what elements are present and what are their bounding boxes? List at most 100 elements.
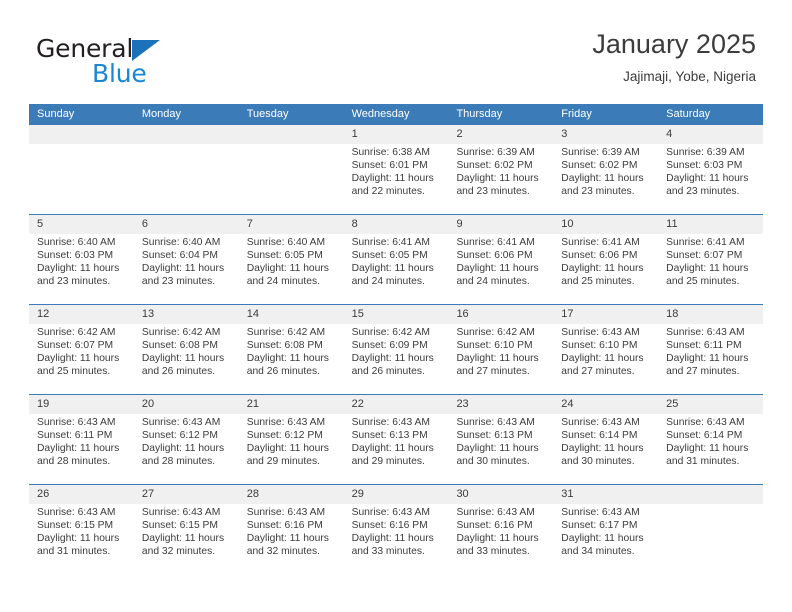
day-cell[interactable]: Sunrise: 6:43 AM Sunset: 6:16 PM Daylight:…: [239, 504, 344, 574]
day-cell[interactable]: Sunrise: 6:40 AM Sunset: 6:03 PM Daylight:…: [29, 234, 134, 304]
daylight-text-line1: Daylight: 11 hours: [351, 172, 434, 184]
day-cell[interactable]: Sunrise: 6:43 AM Sunset: 6:12 PM Daylight:…: [134, 414, 239, 484]
day-cell[interactable]: Sunrise: 6:43 AM Sunset: 6:11 PM Daylight:…: [658, 324, 763, 394]
sunrise-text: Sunrise: 6:43 AM: [246, 507, 326, 518]
day-cell[interactable]: Sunrise: 6:41 AM Sunset: 6:05 PM Daylight:…: [344, 234, 449, 304]
day-number[interactable]: 14: [239, 305, 344, 324]
day-cell[interactable]: Sunrise: 6:43 AM Sunset: 6:11 PM Daylight:…: [29, 414, 134, 484]
day-cell[interactable]: Sunrise: 6:41 AM Sunset: 6:07 PM Daylight:…: [658, 234, 763, 304]
sunset-text: Sunset: 6:04 PM: [141, 249, 218, 261]
day-number[interactable]: 10: [553, 215, 658, 234]
day-number[interactable]: 5: [29, 215, 134, 234]
sunrise-text: Sunrise: 6:41 AM: [351, 237, 430, 248]
sunrise-text: Sunrise: 6:43 AM: [456, 507, 535, 518]
day-number[interactable]: 26: [29, 485, 134, 504]
day-cell[interactable]: Sunrise: 6:43 AM Sunset: 6:13 PM Daylight:…: [344, 414, 449, 484]
week-body-strip: Sunrise: 6:43 AM Sunset: 6:11 PM Daylight:…: [29, 414, 763, 484]
day-number[interactable]: 22: [344, 395, 449, 414]
sunrise-text: Sunrise: 6:42 AM: [351, 327, 430, 338]
day-cell[interactable]: Sunrise: 6:42 AM Sunset: 6:08 PM Daylight:…: [239, 324, 344, 394]
day-cell[interactable]: Sunrise: 6:41 AM Sunset: 6:06 PM Daylight:…: [448, 234, 553, 304]
day-number[interactable]: 6: [134, 215, 239, 234]
day-number[interactable]: 21: [239, 395, 344, 414]
day-number[interactable]: 29: [344, 485, 449, 504]
day-cell[interactable]: Sunrise: 6:43 AM Sunset: 6:13 PM Daylight:…: [448, 414, 553, 484]
calendar-page: General Blue January 2025 Jajimaji, Yobe…: [0, 0, 792, 612]
daylight-text-line1: Daylight: 11 hours: [141, 262, 225, 274]
day-cell[interactable]: Sunrise: 6:43 AM Sunset: 6:14 PM Daylight:…: [658, 414, 763, 484]
day-number[interactable]: 18: [658, 305, 763, 324]
daylight-text-line1: Daylight: 11 hours: [141, 352, 225, 364]
day-number[interactable]: 4: [658, 125, 763, 144]
day-number[interactable]: 17: [553, 305, 658, 324]
week-body-strip: Sunrise: 6:40 AM Sunset: 6:03 PM Daylight:…: [29, 234, 763, 304]
day-number-empty: [658, 485, 763, 504]
day-number-empty: [29, 125, 134, 144]
sunset-text: Sunset: 6:07 PM: [666, 249, 743, 261]
day-number[interactable]: 15: [344, 305, 449, 324]
day-cell[interactable]: Sunrise: 6:43 AM Sunset: 6:14 PM Daylight:…: [553, 414, 658, 484]
daylight-text-line1: Daylight: 11 hours: [561, 262, 644, 274]
day-number[interactable]: 2: [448, 125, 553, 144]
daylight-text-line2: and 29 minutes.: [246, 455, 320, 467]
day-number[interactable]: 12: [29, 305, 134, 324]
day-number[interactable]: 3: [553, 125, 658, 144]
weekday-header-wednesday: Wednesday: [351, 108, 410, 120]
calendar-grid: Sunday Monday Tuesday Wednesday Thursday Frid…: [29, 104, 763, 574]
daylight-text-line2: and 30 minutes.: [561, 455, 635, 467]
generalblue-logo[interactable]: General Blue: [36, 34, 256, 90]
day-number[interactable]: 19: [29, 395, 134, 414]
day-cell[interactable]: Sunrise: 6:43 AM Sunset: 6:15 PM Daylight:…: [29, 504, 134, 574]
daylight-text-line2: and 24 minutes.: [246, 275, 320, 287]
day-cell[interactable]: Sunrise: 6:42 AM Sunset: 6:10 PM Daylight:…: [448, 324, 553, 394]
day-cell[interactable]: Sunrise: 6:43 AM Sunset: 6:15 PM Daylight:…: [134, 504, 239, 574]
day-cell[interactable]: Sunrise: 6:43 AM Sunset: 6:16 PM Daylight:…: [448, 504, 553, 574]
sunrise-text: Sunrise: 6:42 AM: [37, 327, 116, 338]
sunset-text: Sunset: 6:13 PM: [456, 429, 533, 441]
daylight-text-line1: Daylight: 11 hours: [37, 352, 120, 364]
sunrise-text: Sunrise: 6:43 AM: [246, 417, 326, 428]
day-cell[interactable]: Sunrise: 6:43 AM Sunset: 6:16 PM Daylight:…: [344, 504, 449, 574]
daylight-text-line1: Daylight: 11 hours: [246, 262, 329, 274]
day-number[interactable]: 8: [344, 215, 449, 234]
sunset-text: Sunset: 6:05 PM: [246, 249, 323, 261]
day-number-empty: [134, 125, 239, 144]
sunset-text: Sunset: 6:14 PM: [561, 429, 638, 441]
sunrise-text: Sunrise: 6:43 AM: [456, 417, 535, 428]
day-number[interactable]: 9: [448, 215, 553, 234]
day-cell[interactable]: Sunrise: 6:42 AM Sunset: 6:07 PM Daylight:…: [29, 324, 134, 394]
day-cell[interactable]: Sunrise: 6:40 AM Sunset: 6:04 PM Daylight:…: [134, 234, 239, 304]
day-cell[interactable]: Sunrise: 6:39 AM Sunset: 6:03 PM Daylight:…: [658, 144, 763, 214]
day-cell[interactable]: Sunrise: 6:43 AM Sunset: 6:17 PM Daylight:…: [553, 504, 658, 574]
daylight-text-line2: and 27 minutes.: [561, 365, 635, 377]
day-number[interactable]: 28: [239, 485, 344, 504]
day-number[interactable]: 13: [134, 305, 239, 324]
day-number[interactable]: 1: [344, 125, 449, 144]
day-number[interactable]: 7: [239, 215, 344, 234]
day-number[interactable]: 24: [553, 395, 658, 414]
daylight-text-line2: and 32 minutes.: [141, 545, 216, 557]
day-cell[interactable]: Sunrise: 6:38 AM Sunset: 6:01 PM Daylight:…: [344, 144, 449, 214]
day-cell[interactable]: Sunrise: 6:42 AM Sunset: 6:08 PM Daylight:…: [134, 324, 239, 394]
day-cell[interactable]: Sunrise: 6:42 AM Sunset: 6:09 PM Daylight:…: [344, 324, 449, 394]
sunset-text: Sunset: 6:14 PM: [666, 429, 743, 441]
page-title: January 2025: [592, 29, 756, 59]
week-date-strip: 19 20 21 22 23 24 25: [29, 395, 763, 414]
day-cell[interactable]: Sunrise: 6:41 AM Sunset: 6:06 PM Daylight:…: [553, 234, 658, 304]
day-cell[interactable]: Sunrise: 6:39 AM Sunset: 6:02 PM Daylight:…: [553, 144, 658, 214]
day-number[interactable]: 30: [448, 485, 553, 504]
day-number[interactable]: 25: [658, 395, 763, 414]
daylight-text-line2: and 25 minutes.: [37, 365, 111, 377]
day-cell[interactable]: Sunrise: 6:43 AM Sunset: 6:10 PM Daylight:…: [553, 324, 658, 394]
day-cell[interactable]: Sunrise: 6:40 AM Sunset: 6:05 PM Daylight:…: [239, 234, 344, 304]
day-number[interactable]: 11: [658, 215, 763, 234]
daylight-text-line1: Daylight: 11 hours: [37, 262, 120, 274]
day-number[interactable]: 20: [134, 395, 239, 414]
day-number[interactable]: 23: [448, 395, 553, 414]
day-number[interactable]: 16: [448, 305, 553, 324]
day-number[interactable]: 31: [553, 485, 658, 504]
day-cell[interactable]: Sunrise: 6:43 AM Sunset: 6:12 PM Daylight:…: [239, 414, 344, 484]
daylight-text-line2: and 25 minutes.: [666, 275, 740, 287]
day-number[interactable]: 27: [134, 485, 239, 504]
day-cell[interactable]: Sunrise: 6:39 AM Sunset: 6:02 PM Daylight:…: [448, 144, 553, 214]
